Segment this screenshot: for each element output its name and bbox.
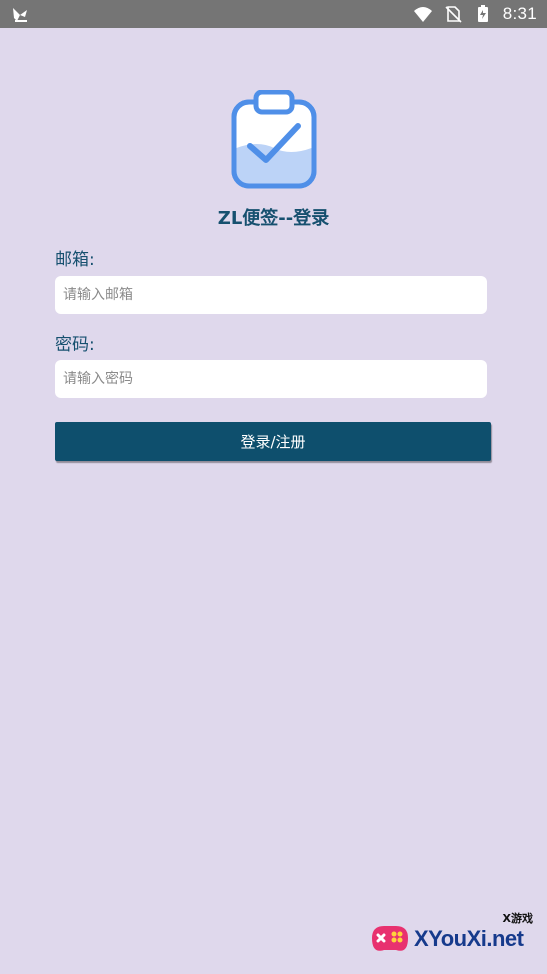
page-title: ZL便签--登录 [217, 208, 330, 229]
password-field[interactable] [55, 360, 487, 398]
no-sim-icon [445, 6, 462, 23]
clipboard-check-icon [231, 90, 317, 189]
watermark-small-text: X游戏 [502, 912, 533, 925]
status-time: 8:31 [502, 4, 537, 23]
login-register-button[interactable]: 登录/注册 [55, 422, 491, 461]
wifi-icon [413, 7, 432, 22]
email-field[interactable] [55, 276, 487, 314]
password-label: 密码: [55, 335, 95, 355]
notification-app-icon [13, 8, 27, 22]
status-icons: 8:31 [413, 0, 537, 28]
watermark: X游戏 XYouXi.net [366, 910, 541, 968]
watermark-brand-text: XYouXi.net [414, 926, 524, 951]
status-bar: 8:31 [0, 0, 547, 28]
email-label: 邮箱: [55, 250, 95, 270]
battery-charging-icon [477, 5, 488, 22]
gamepad-icon [372, 926, 408, 951]
